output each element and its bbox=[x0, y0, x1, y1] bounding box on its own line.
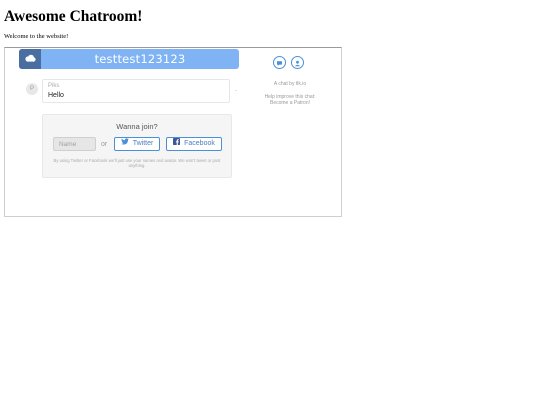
or-label: or bbox=[101, 141, 108, 148]
credit-link[interactable]: A chat by tlk.io bbox=[250, 81, 330, 87]
message-author[interactable]: Piks bbox=[48, 83, 59, 90]
patron-link[interactable]: Become a Patron! bbox=[250, 100, 330, 106]
facebook-f-icon bbox=[173, 138, 181, 150]
facebook-login-button[interactable]: Facebook bbox=[166, 137, 222, 151]
chat-logo[interactable] bbox=[19, 49, 41, 69]
cloud-icon bbox=[24, 50, 36, 68]
page-title: Awesome Chatroom! bbox=[4, 8, 143, 25]
name-input[interactable] bbox=[53, 137, 96, 151]
join-disclaimer: By using Twitter or Facebook we'll just … bbox=[53, 158, 221, 168]
twitter-bird-icon bbox=[120, 138, 129, 150]
chat-button[interactable] bbox=[273, 56, 286, 69]
message-item: Piks Hello bbox=[42, 79, 230, 103]
message-separator: - bbox=[235, 88, 237, 94]
user-icon bbox=[294, 54, 301, 72]
chat-header-bar: testtest123123 bbox=[19, 49, 239, 69]
user-button[interactable] bbox=[291, 56, 304, 69]
avatar: P bbox=[26, 83, 38, 95]
twitter-label: Twitter bbox=[132, 140, 154, 147]
welcome-text: Welcome to the website! bbox=[4, 33, 69, 40]
twitter-login-button[interactable]: Twitter bbox=[114, 137, 160, 151]
chat-embed-frame: testtest123123 P Piks Hello - A chat by … bbox=[4, 47, 342, 217]
join-panel: Wanna join? or Twitter Facebook By using… bbox=[42, 114, 232, 178]
facebook-label: Facebook bbox=[184, 140, 215, 147]
join-title: Wanna join? bbox=[116, 122, 158, 131]
room-title: testtest123123 bbox=[94, 52, 186, 66]
chat-bubble-icon bbox=[276, 54, 283, 72]
message-text: Hello bbox=[48, 92, 64, 99]
